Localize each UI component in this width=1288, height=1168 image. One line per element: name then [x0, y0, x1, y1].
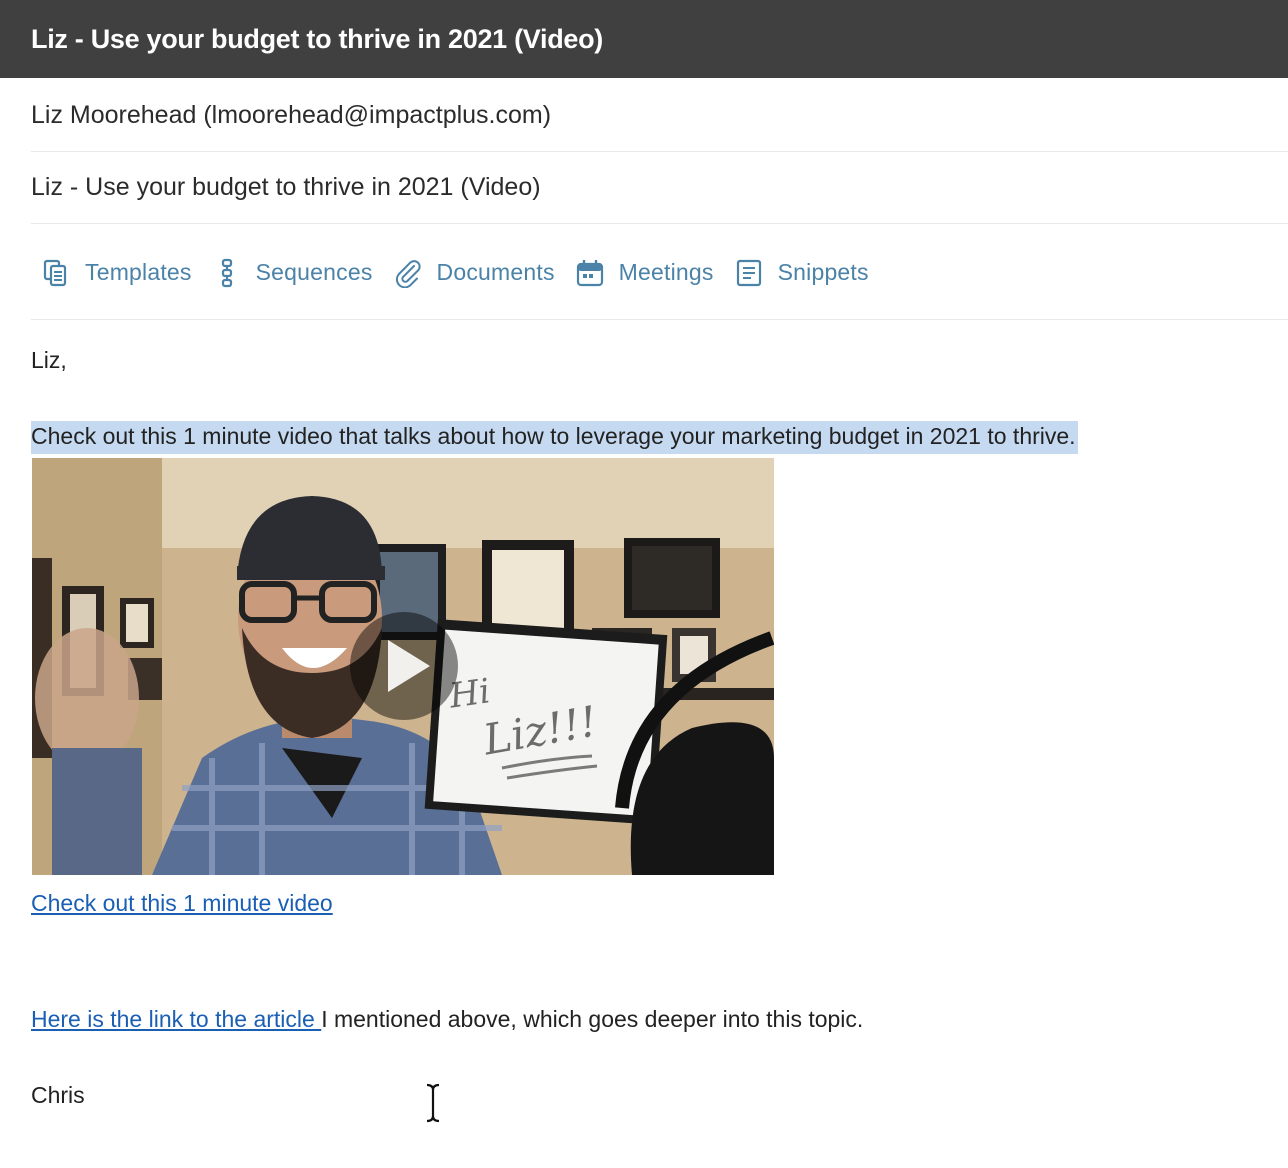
to-field[interactable]: Liz Moorehead (lmoorehead@impactplus.com… — [31, 80, 1288, 152]
sequences-label: Sequences — [255, 259, 373, 285]
video-link[interactable]: Check out this 1 minute video — [31, 890, 333, 917]
video-thumbnail-image: Hi Liz!!! — [32, 458, 774, 875]
documents-label: Documents — [436, 259, 555, 285]
meetings-button[interactable]: Meetings — [575, 258, 714, 288]
calendar-icon — [576, 259, 603, 286]
window-title: Liz - Use your budget to thrive in 2021 … — [31, 23, 603, 54]
to-recipient[interactable]: Liz Moorehead (lmoorehead@impactplus.com… — [31, 101, 551, 130]
email-greeting[interactable]: Liz, — [31, 347, 67, 374]
snippets-button[interactable]: Snippets — [734, 258, 869, 288]
subject-text[interactable]: Liz - Use your budget to thrive in 2021 … — [31, 173, 541, 202]
article-link[interactable]: Here is the link to the article — [31, 1006, 321, 1032]
compose-toolbar: Templates Sequences Documents Meetings S… — [31, 226, 1288, 320]
templates-icon — [43, 259, 67, 286]
text-cursor-icon — [426, 1083, 440, 1123]
snippets-label: Snippets — [777, 259, 869, 285]
video-thumbnail[interactable]: Hi Liz!!! — [32, 458, 774, 875]
templates-label: Templates — [85, 259, 192, 285]
article-line: Here is the link to the article I mentio… — [31, 1006, 863, 1033]
documents-button[interactable]: Documents — [393, 258, 555, 288]
play-button-icon[interactable] — [350, 612, 458, 720]
selected-intro-text[interactable]: Check out this 1 minute video that talks… — [31, 421, 1078, 454]
email-signature[interactable]: Chris — [31, 1082, 85, 1109]
sequences-icon — [221, 258, 232, 287]
sequences-button[interactable]: Sequences — [212, 258, 373, 288]
meetings-label: Meetings — [618, 259, 714, 285]
article-text[interactable]: I mentioned above, which goes deeper int… — [321, 1006, 863, 1032]
window-titlebar: Liz - Use your budget to thrive in 2021 … — [0, 0, 1288, 78]
subject-field[interactable]: Liz - Use your budget to thrive in 2021 … — [31, 152, 1288, 224]
templates-button[interactable]: Templates — [41, 258, 192, 288]
snippets-icon — [736, 259, 761, 286]
paperclip-icon — [395, 259, 421, 288]
